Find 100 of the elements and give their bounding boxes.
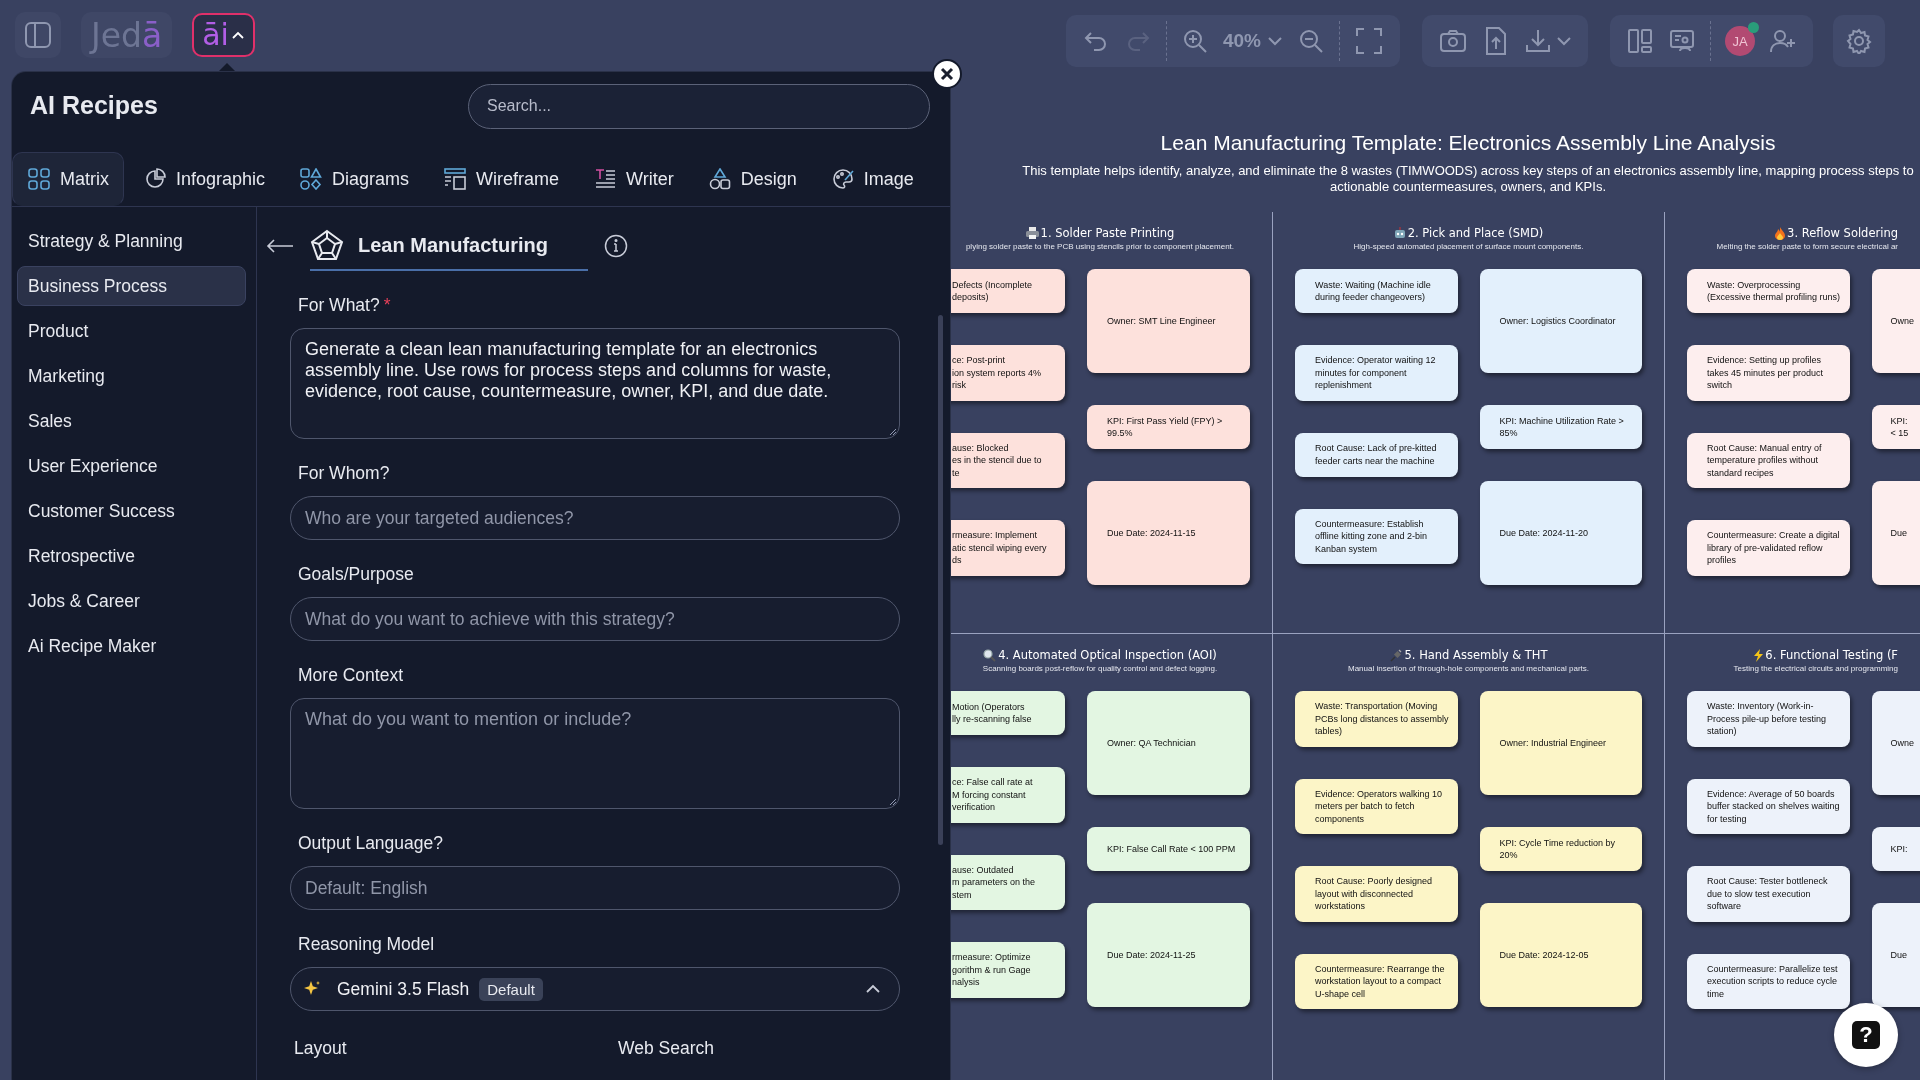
- category-item[interactable]: Product: [17, 309, 246, 354]
- sticky-note: Countermeasure: Parallelize test execution scripts to reduce cycle time: [1687, 953, 1850, 1009]
- grid-icon: [28, 168, 50, 190]
- sticky-note: KPI: Machine Utilization Rate > 85%: [1479, 405, 1642, 449]
- field-label: For What?: [298, 295, 380, 317]
- step-description: High-speed automated placement of surface mount components.: [1353, 242, 1584, 252]
- text-area[interactable]: What do you want to mention or include?: [290, 698, 900, 809]
- sticky-note: Evidence: Setting up profiles takes 45 minutes per product switch: [1687, 345, 1850, 401]
- field-label: Goals/Purpose: [298, 564, 414, 586]
- magnifier-icon: [983, 648, 997, 662]
- sticky-note: Due Date: 2024-11-15: [1087, 481, 1250, 585]
- settings-button[interactable]: [1833, 15, 1885, 67]
- resize-grip-icon[interactable]: [889, 428, 897, 436]
- sticky-note: Evidence: Operator waiting 12 minutes for component replenishment: [1295, 345, 1458, 401]
- zoom-out-icon[interactable]: [1297, 27, 1325, 55]
- sticky-note: Owne: [1871, 691, 1920, 795]
- default-badge: Default: [479, 977, 543, 1001]
- model-name: Gemini 3.5 Flash: [337, 978, 470, 1000]
- field-label: Web Search: [618, 1038, 715, 1059]
- sticky-note: KPI: False Call Rate < 100 PPM: [1087, 827, 1250, 871]
- shapes-icon: [300, 168, 323, 190]
- sticky-note: Due: [1871, 481, 1920, 585]
- category-tab[interactable]: Writer: [578, 152, 689, 206]
- sticky-note: rmeasure: Implement atic stencil wiping every ds: [950, 520, 1065, 576]
- field-label: More Context: [298, 665, 404, 687]
- category-tab[interactable]: Image: [815, 152, 929, 206]
- category-tab[interactable]: Diagrams: [284, 152, 425, 206]
- camera-icon[interactable]: [1438, 27, 1468, 55]
- sticky-note: Due Date: 2024-12-05: [1479, 903, 1642, 1007]
- panel-title: AI Recipes: [30, 90, 158, 120]
- category-tab[interactable]: Matrix: [12, 152, 124, 206]
- category-item[interactable]: User Experience: [17, 444, 246, 489]
- text-icon: [594, 168, 617, 190]
- sticky-note: Owner: SMT Line Engineer: [1087, 269, 1250, 373]
- shapes-icon: [708, 168, 731, 190]
- back-arrow-icon[interactable]: [266, 239, 294, 253]
- sticky-note: ause: Blocked es in the stencil due to te: [950, 432, 1065, 488]
- category-item[interactable]: Sales: [17, 399, 246, 444]
- recipe-title: Lean Manufacturing: [358, 233, 548, 257]
- category-item[interactable]: Strategy & Planning: [17, 219, 246, 264]
- step-title: 1. Solder Paste Printing: [1040, 226, 1175, 240]
- sticky-note: KPI: Cycle Time reduction by 20%: [1479, 827, 1642, 871]
- category-tab[interactable]: Wireframe: [428, 152, 575, 206]
- board-description: This template helps identify, analyze, and eliminate the 8 wastes (TIMWOODS) across key steps of an electronics assembly line, mapping process steps to actionable countermeasures, owners, and KPIs.: [1021, 163, 1915, 195]
- input-field[interactable]: Who are your targeted audiences?: [290, 496, 900, 540]
- category-item[interactable]: Jobs & Career: [17, 579, 246, 624]
- scrollbar[interactable]: [938, 315, 943, 845]
- sticky-note: Motion (Operators lly re-scanning false: [950, 691, 1065, 735]
- field-label: For Whom?: [298, 463, 390, 485]
- search-field[interactable]: Search...: [468, 83, 930, 129]
- field-label: Reasoning Model: [298, 934, 435, 956]
- sticky-note: Waste: Overprocessing (Excessive thermal profiling runs): [1687, 269, 1850, 313]
- caret-icon: [230, 30, 245, 40]
- category-item[interactable]: Customer Success: [17, 489, 246, 534]
- robot-icon: [1393, 227, 1406, 239]
- pie-chart-icon: [144, 168, 166, 190]
- step-title: 2. Pick and Place (SMD): [1407, 226, 1544, 240]
- field-label: Output Language?: [298, 833, 443, 855]
- category-item[interactable]: Ai Recipe Maker: [17, 624, 246, 669]
- sticky-note: Root Cause: Tester bottleneck due to slow test execution software: [1687, 866, 1850, 922]
- sticky-note: rmeasure: Optimize gorithm & run Gage nalysis: [950, 942, 1065, 998]
- input-field[interactable]: What do you want to achieve with this strategy?: [290, 597, 900, 641]
- category-tab[interactable]: Design: [692, 152, 812, 206]
- step-description: Testing the electrical circuits and programming: [1733, 664, 1898, 674]
- sticky-note: Countermeasure: Rearrange the workstation layout to a compact U-shape cell: [1295, 953, 1458, 1009]
- download-button[interactable]: [1524, 27, 1572, 55]
- sticky-note: Root Cause: Poorly designed layout with disconnected workstations: [1295, 866, 1458, 922]
- ai-button[interactable]: āi: [192, 13, 255, 57]
- wireframe-icon: [444, 168, 467, 190]
- field-label: Layout: [294, 1038, 348, 1059]
- sticky-note: Owner: Logistics Coordinator: [1479, 269, 1642, 373]
- step-title: 4. Automated Optical Inspection (AOI): [998, 648, 1217, 662]
- model-select[interactable]: Gemini 3.5 Flash Default: [290, 967, 900, 1011]
- input-field[interactable]: Default: English: [290, 866, 900, 910]
- add-user-icon[interactable]: [1769, 27, 1797, 55]
- category-item[interactable]: Marketing: [17, 354, 246, 399]
- step-title: 3. Reflow Soldering: [1787, 226, 1898, 240]
- sticky-note: Waste: Waiting (Machine idle during feeder changeovers): [1295, 269, 1458, 313]
- sticky-note: Root Cause: Manual entry of temperature profiles without standard recipes: [1687, 432, 1850, 488]
- required-mark: *: [383, 295, 391, 317]
- category-item[interactable]: Business Process: [17, 266, 246, 306]
- fit-screen-icon[interactable]: [1354, 26, 1384, 56]
- sticky-note: ce: Post-print ion system reports 4% risk: [950, 345, 1065, 401]
- step-title: 6. Functional Testing (F: [1765, 648, 1898, 662]
- sticky-note: Evidence: Average of 50 boards buffer stacked on shelves waiting for testing: [1687, 778, 1850, 834]
- help-button[interactable]: ?: [1834, 1003, 1898, 1067]
- sidebar-toggle-icon[interactable]: [15, 12, 61, 58]
- sticky-note: Owner: Industrial Engineer: [1479, 691, 1642, 795]
- sticky-note: Owner: QA Technician: [1087, 691, 1250, 795]
- close-icon: [940, 67, 954, 81]
- sticky-note: Countermeasure: Establish offline kitting zone and 2-bin Kanban system: [1295, 508, 1458, 564]
- category-tab[interactable]: Infographic: [128, 152, 281, 206]
- sticky-note: Defects (Incomplete deposits): [950, 269, 1065, 313]
- sticky-note: ce: False call rate at M forcing constant verification: [950, 767, 1065, 823]
- text-area[interactable]: Generate a clean lean manufacturing template for an electronics assembly line. Use rows for process steps and columns for waste, evidence, root cause, countermeasure, owner, KPI, and due date.: [290, 328, 900, 439]
- info-icon[interactable]: [604, 234, 628, 258]
- layout-icon[interactable]: [1626, 27, 1654, 55]
- category-item[interactable]: Retrospective: [17, 534, 246, 579]
- close-button[interactable]: [932, 59, 962, 89]
- resize-grip-icon[interactable]: [889, 798, 897, 806]
